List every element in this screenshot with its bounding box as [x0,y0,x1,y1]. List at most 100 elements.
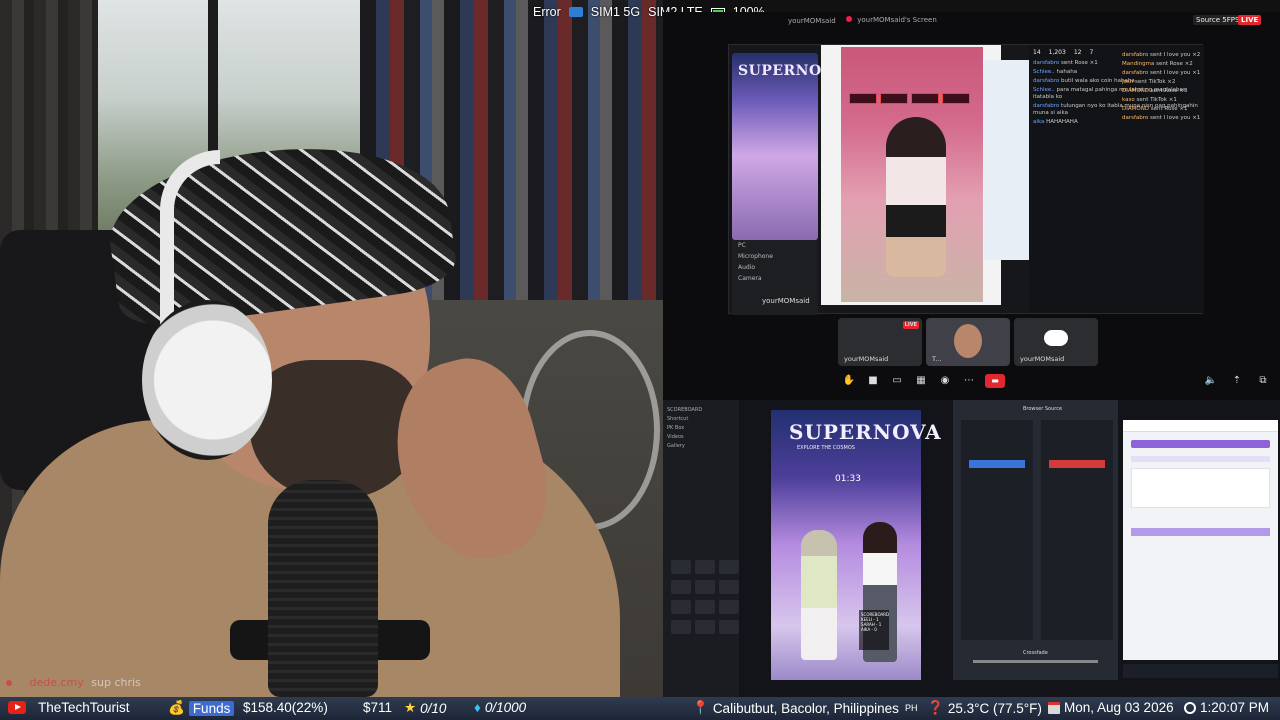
source-item[interactable]: Camera [732,273,818,284]
screen-share-icon[interactable]: ▭ [889,374,905,388]
camera-face [954,324,982,358]
sidebar-item[interactable]: Gallery [667,443,735,449]
activity-icon[interactable]: ◉ [937,374,953,388]
time-text: 1:20:07 PM [1200,700,1270,715]
avatar [846,16,852,22]
gift-line: josh sent TikTok ×2 [1122,79,1176,85]
popout-icon[interactable]: ⧉ [1255,374,1271,388]
participant-card[interactable]: yourMOMsaid [1014,318,1098,366]
source-item[interactable]: Microphone [732,251,818,262]
tool-button[interactable] [719,560,739,574]
tool-button[interactable] [719,580,739,594]
participant-card[interactable]: LIVE yourMOMsaid [838,318,922,366]
youtube-icon [8,701,26,714]
stat: 14 [1033,49,1041,56]
share-owner-short: yourMOMsaid [788,17,836,25]
more-icon[interactable]: ⋯ [961,374,977,388]
pin-icon[interactable]: ⇡ [1229,374,1245,388]
location-pin-icon: 📍 [692,700,709,715]
source-column-left [961,420,1033,640]
gift-line: darsfabro sent I love you ×1 [1122,115,1201,121]
webcam-feed: dede.cmy sup chris [0,0,663,697]
red-button[interactable] [1049,460,1105,468]
tool-button[interactable] [719,620,739,634]
stat: 12 [1073,49,1082,56]
source-item[interactable]: Audio [732,262,818,273]
crossfade-slider[interactable] [973,660,1098,663]
tool-grid [671,560,739,634]
dashboard-button[interactable] [1131,528,1270,536]
weather-seg: ❓ 25.3°C (77.5°F) [927,700,1042,716]
tool-button[interactable] [695,620,715,634]
stream-video [841,47,983,302]
gift-goals [849,93,970,104]
mute-icon[interactable]: 🔈 [1203,374,1219,388]
owner-name: yourMOMsaid [762,297,810,305]
preview-timer: 01:33 [835,474,861,484]
stars-count: 0/10 [420,700,447,716]
stars-seg: ★ 0/10 [404,700,446,716]
crossfade-label: Crossfade [1023,650,1048,656]
view-controls: 🔈 ⇡ ⧉ ⛶ [1203,374,1280,388]
grid-icon[interactable]: ▦ [913,374,929,388]
end-call-button[interactable]: ▬ [985,374,1005,388]
tool-button[interactable] [671,600,691,614]
tiktok-studio-sidebar: SCOREBOARD Shortcut PK Box Videos Galler… [663,400,739,697]
date-seg: Mon, Aug 03 2026 [1048,700,1174,715]
tool-button[interactable] [695,560,715,574]
chat-overlay-message: sup chris [91,676,141,689]
location-text: Calibutbut, Bacolor, Philippines [712,700,899,716]
diamond-icon: ♦ [474,700,481,715]
error-label: Error [533,5,561,19]
tool-button[interactable] [671,620,691,634]
sidebar-item[interactable]: SCOREBOARD [667,407,735,413]
tool-button[interactable] [671,580,691,594]
dashboard-header-bar [1131,440,1270,448]
channel-name: TheTechTourist [38,700,130,715]
funds-amount: $158.40(22%) [243,700,328,715]
live-badge: LIVE [902,321,919,329]
sidebar-item[interactable]: Videos [667,434,735,440]
microphone-icon [268,480,378,697]
gift-chip [911,93,939,104]
headphone-icon [142,300,272,460]
desktop-capture: SCOREBOARD Shortcut PK Box Videos Galler… [663,400,1280,697]
chat-overlay-user: dede.cmy [29,676,84,689]
sidebar-item[interactable]: Shortcut [667,416,735,422]
gift-line: DIAMOND sent Rose ×1 [1122,106,1188,112]
funds-label: Funds [188,700,235,716]
date-text: Mon, Aug 03 2026 [1064,700,1174,715]
dashboard-tabs[interactable] [1131,456,1270,462]
quality-badge: Source 5FPS [1193,15,1243,25]
chat-dot-icon [6,680,12,686]
participant-card[interactable]: T... [926,318,1010,366]
scoreboard: SCOREBOARD KEELI - 1 SARAH - 1 AIKA - 0 [859,610,889,650]
share-owner-label: yourMOMsaid's Screen [857,16,937,24]
sidebar-item[interactable]: PK Box [667,425,735,431]
source-item[interactable]: PC [732,240,818,251]
weather-icon: ❓ [927,700,944,715]
tool-button[interactable] [719,600,739,614]
sim1-label: SIM1 5G [590,5,641,19]
participant-name: yourMOMsaid [1020,355,1065,363]
gift-line: darsfabro sent I love you ×1 [1122,70,1201,76]
gift-chip [942,93,970,104]
signal-icon [568,7,583,17]
hand-icon[interactable]: ✋ [841,374,857,388]
tool-button[interactable] [671,560,691,574]
tool-button[interactable] [695,580,715,594]
taskbar [1123,664,1278,678]
stat: 1,203 [1048,49,1066,56]
participant-name: T... [932,355,942,363]
browser-source-panel: Browser Source Crossfade [953,400,1118,680]
scoreboard-row: AIKA - 0 [861,627,877,632]
camera-icon[interactable]: ■ [865,374,881,388]
blue-button[interactable] [969,460,1025,468]
gift-line: kaso sent TikTok ×1 [1122,97,1177,103]
tool-button[interactable] [695,600,715,614]
browser-header [1123,420,1278,432]
weather-text: 25.3°C (77.5°F) [947,700,1042,716]
gift-line: darsfabro sent I love you ×2 [1122,52,1201,58]
funds-seg: 💰 Funds [168,700,235,716]
beard [250,360,420,500]
